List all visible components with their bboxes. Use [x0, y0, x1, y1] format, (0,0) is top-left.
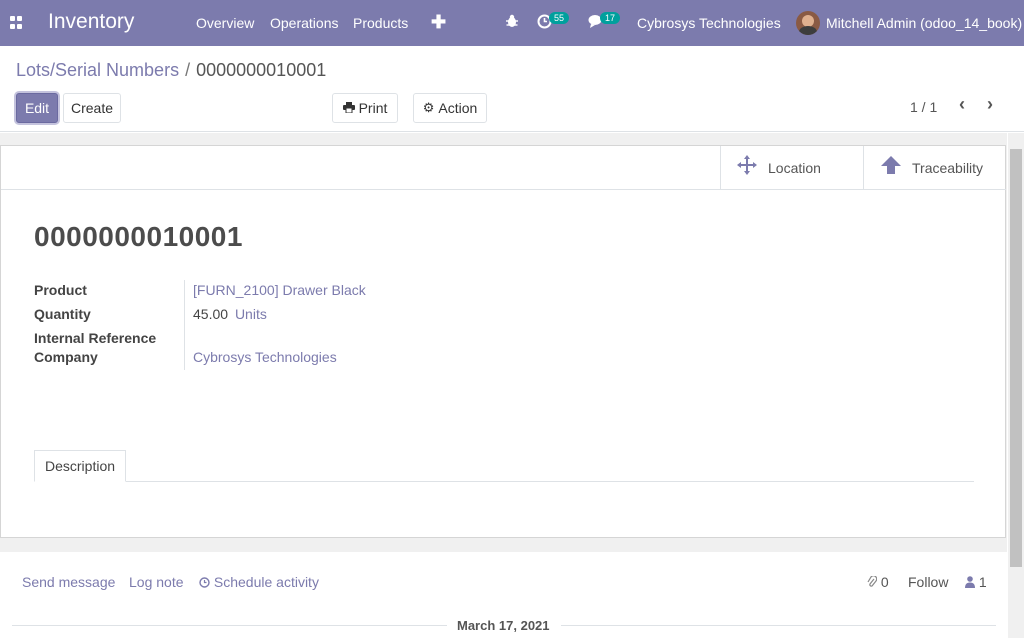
field-divider: [184, 280, 185, 370]
pager-value[interactable]: 1 / 1: [910, 99, 937, 115]
breadcrumb-parent-link[interactable]: Lots/Serial Numbers: [16, 60, 179, 80]
chatter: Send message Log note Schedule activity …: [0, 552, 1007, 638]
breadcrumb-current: 0000000010001: [196, 60, 327, 80]
log-note-button[interactable]: Log note: [129, 574, 184, 590]
top-navbar: Inventory Overview Operations Products ✚…: [0, 0, 1024, 46]
traceability-smart-button[interactable]: Traceability: [863, 146, 1006, 190]
breadcrumb-separator: /: [185, 60, 191, 80]
form-sheet: Location Traceability 0000000010001 Prod…: [0, 145, 1006, 538]
attachments-button[interactable]: 0: [867, 574, 889, 590]
menu-overview[interactable]: Overview: [196, 15, 254, 31]
print-icon: [342, 100, 355, 116]
followers-button[interactable]: 1: [965, 574, 987, 590]
quantity-value: 45.00: [193, 306, 229, 322]
send-message-button[interactable]: Send message: [22, 574, 115, 590]
action-button[interactable]: ⚙ Action: [413, 93, 487, 123]
quantity-label: Quantity: [34, 306, 91, 322]
product-value-link[interactable]: [FURN_2100] Drawer Black: [193, 282, 366, 298]
tab-description[interactable]: Description: [34, 450, 126, 482]
message-date: March 17, 2021: [457, 618, 550, 633]
app-title[interactable]: Inventory: [48, 10, 134, 34]
avatar[interactable]: [796, 11, 820, 35]
breadcrumb: Lots/Serial Numbers /0000000010001: [16, 60, 326, 81]
gear-icon: ⚙: [422, 100, 435, 115]
create-button[interactable]: Create: [63, 93, 121, 123]
record-title: 0000000010001: [34, 221, 243, 252]
edit-button[interactable]: Edit: [16, 93, 58, 123]
print-button[interactable]: Print: [332, 93, 398, 123]
pager-previous-icon[interactable]: ‹: [959, 94, 965, 115]
company-value-link[interactable]: Cybrosys Technologies: [193, 349, 337, 365]
clock-icon: [199, 574, 214, 590]
location-label: Location: [768, 160, 821, 176]
date-separator-left: [12, 625, 447, 626]
company-switcher[interactable]: Cybrosys Technologies: [637, 15, 781, 31]
schedule-activity-button[interactable]: Schedule activity: [199, 574, 319, 590]
message-count-badge: 17: [600, 12, 621, 24]
attachment-count: 0: [880, 574, 889, 590]
tabs-underline: [34, 481, 974, 482]
menu-operations[interactable]: Operations: [270, 15, 338, 31]
smart-buttons-row: Location Traceability: [1, 146, 1006, 190]
menu-products[interactable]: Products: [353, 15, 408, 31]
apps-menu-icon[interactable]: [10, 16, 23, 29]
date-separator-right: [561, 625, 996, 626]
arrow-up-icon: [880, 155, 902, 181]
bug-icon[interactable]: [505, 14, 519, 31]
schedule-activity-label: Schedule activity: [213, 574, 319, 590]
internal-reference-label: Internal Reference: [34, 330, 157, 346]
quantity-uom-link[interactable]: Units: [235, 306, 267, 322]
user-icon: [965, 574, 979, 590]
traceability-label: Traceability: [912, 160, 984, 176]
company-label: Company: [34, 349, 98, 365]
scrollbar-thumb[interactable]: [1010, 149, 1022, 567]
paperclip-icon: [867, 574, 881, 590]
plus-icon[interactable]: ✚: [431, 12, 446, 33]
location-smart-button[interactable]: Location: [720, 146, 863, 190]
scrollbar[interactable]: [1008, 133, 1024, 638]
activity-count-badge: 55: [549, 12, 570, 24]
user-menu[interactable]: Mitchell Admin (odoo_14_book): [826, 15, 1022, 31]
action-label: Action: [438, 100, 478, 116]
follow-button[interactable]: Follow: [908, 574, 948, 590]
print-label: Print: [358, 100, 388, 116]
quantity-field: 45.00 Units: [193, 306, 267, 322]
control-panel: Lots/Serial Numbers /0000000010001 Edit C…: [0, 46, 1024, 132]
product-label: Product: [34, 282, 87, 298]
arrows-move-icon: [736, 154, 758, 182]
pager-next-icon[interactable]: ›: [987, 94, 993, 115]
followers-count: 1: [978, 574, 987, 590]
